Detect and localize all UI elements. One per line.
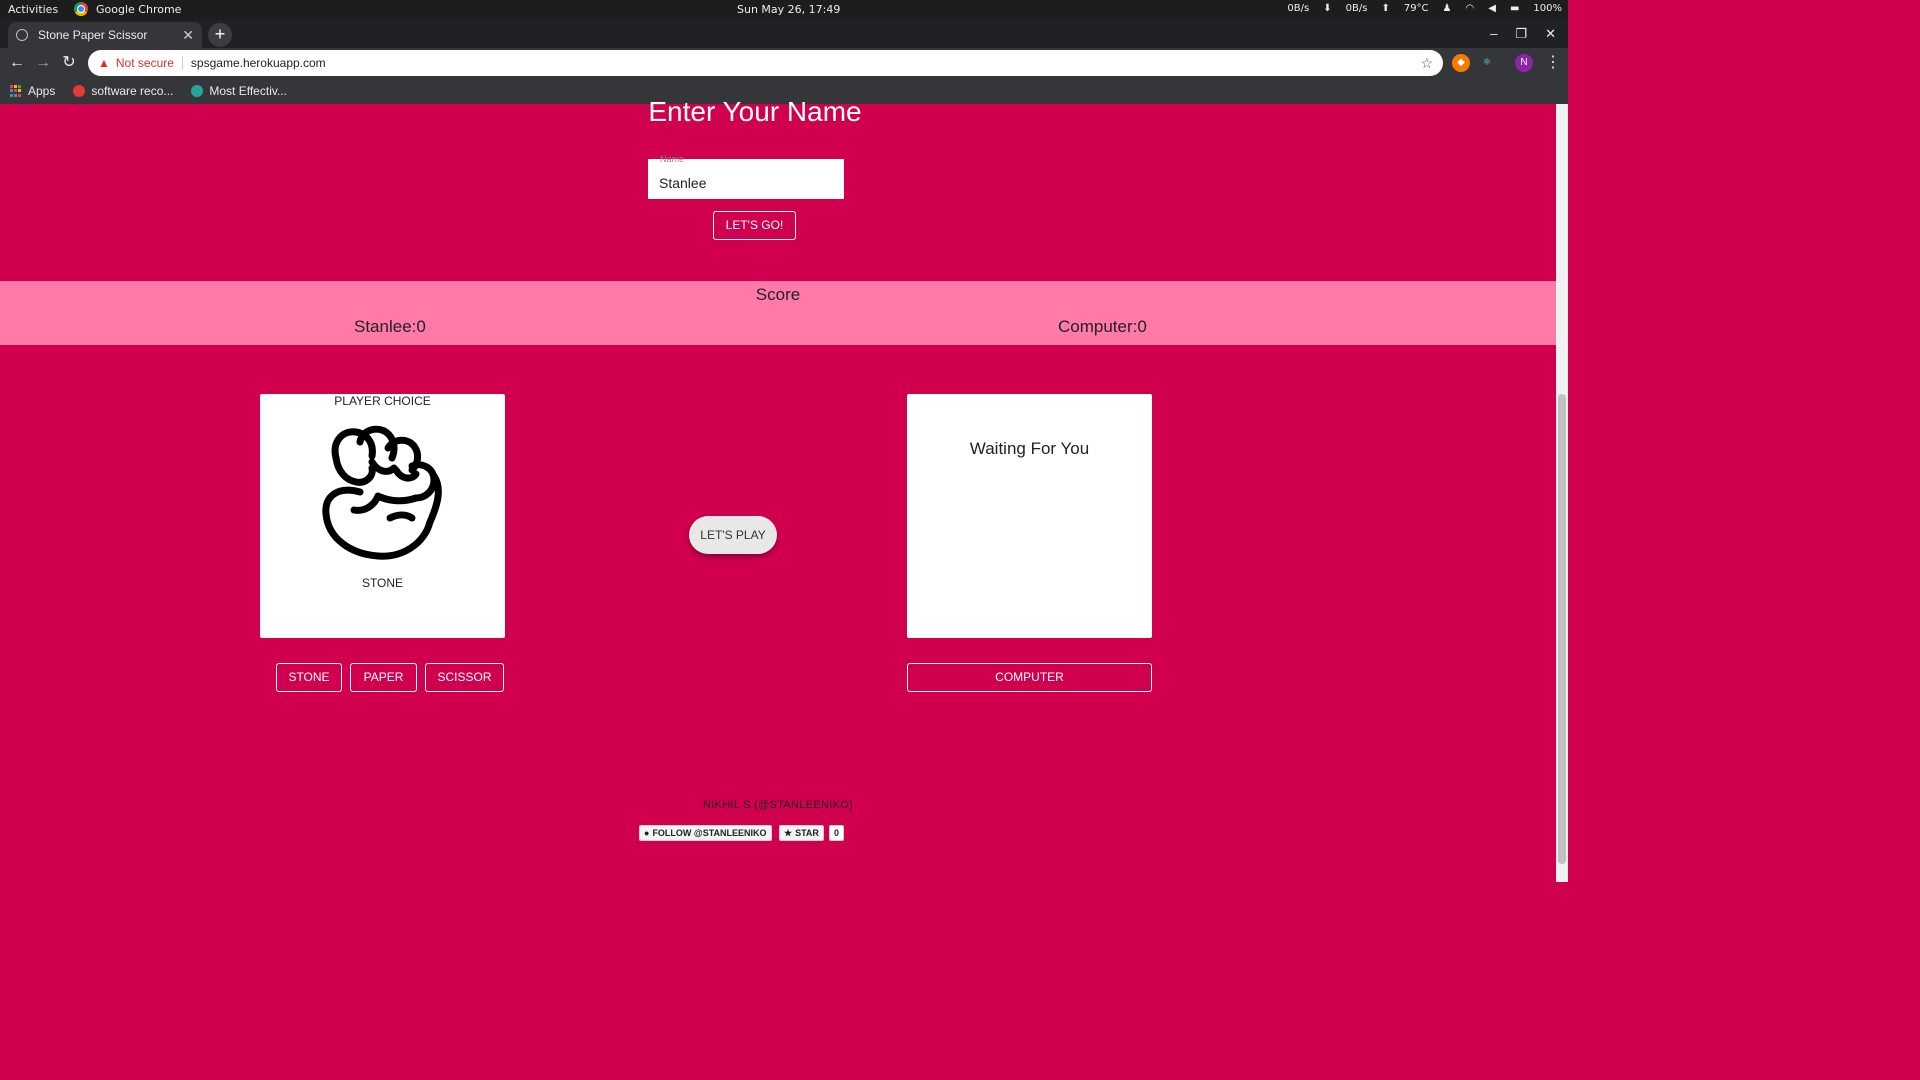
scrollbar-thumb[interactable] xyxy=(1558,394,1566,864)
fist-icon xyxy=(322,425,442,560)
url-text[interactable]: spsgame.herokuapp.com xyxy=(191,56,326,70)
minimize-icon[interactable]: – xyxy=(1490,26,1497,42)
back-icon[interactable]: ← xyxy=(6,52,28,74)
globe-icon xyxy=(16,29,28,41)
tab-title: Stone Paper Scissor xyxy=(38,28,148,42)
name-field[interactable]: Name xyxy=(648,154,844,199)
stone-button[interactable]: STONE xyxy=(276,663,342,692)
name-input[interactable] xyxy=(648,159,844,199)
page-scrollbar[interactable] xyxy=(1556,104,1568,882)
lets-go-button[interactable]: LET'S GO! xyxy=(713,211,796,240)
reload-icon[interactable]: ↻ xyxy=(58,52,80,74)
security-label[interactable]: Not secure xyxy=(116,56,174,70)
net-down-speed: 0B/s xyxy=(1287,3,1310,14)
page-content: Enter Your Name Name LET'S GO! Score Sta… xyxy=(0,96,1556,882)
window-controls: – ❐ ✕ xyxy=(1490,26,1556,42)
lets-play-button[interactable]: LET'S PLAY xyxy=(689,516,777,554)
player-choice-header: PLAYER CHOICE xyxy=(334,394,431,408)
new-tab-button[interactable]: + xyxy=(208,23,232,47)
restore-icon[interactable]: ❐ xyxy=(1515,26,1527,42)
computer-choice-card: Waiting For You xyxy=(907,394,1152,638)
player-choice-card: PLAYER CHOICE STONE xyxy=(260,394,505,638)
scissor-button[interactable]: SCISSOR xyxy=(425,663,504,692)
score-bar: Score Stanlee:0 Computer:0 xyxy=(0,281,1556,345)
app-name: Google Chrome xyxy=(96,2,182,16)
github-follow-button[interactable]: ● FOLLOW @STANLEENIKO xyxy=(639,825,772,841)
activities-button[interactable]: Activities xyxy=(8,3,58,16)
star-icon: ★ xyxy=(784,827,793,838)
net-up-speed: 0B/s xyxy=(1345,3,1368,14)
divider xyxy=(181,56,183,70)
profile-avatar[interactable]: N xyxy=(1515,54,1533,72)
app-menu[interactable]: Google Chrome xyxy=(74,2,181,16)
address-bar[interactable]: ▲ Not secure spsgame.herokuapp.com ☆ xyxy=(88,50,1443,76)
browser-toolbar: ← → ↻ ▲ Not secure spsgame.herokuapp.com… xyxy=(0,48,1568,78)
bookmark-star-icon[interactable]: ☆ xyxy=(1420,55,1433,72)
score-title: Score xyxy=(755,285,801,304)
computer-button[interactable]: COMPUTER xyxy=(907,663,1152,692)
battery-icon: ▬ xyxy=(1509,3,1520,14)
github-star-button[interactable]: ★ STAR xyxy=(779,825,824,841)
temperature: 79°C xyxy=(1403,3,1429,14)
clock[interactable]: Sun May 26, 17:49 xyxy=(737,3,840,16)
battery-level: 100% xyxy=(1533,3,1562,14)
close-window-icon[interactable]: ✕ xyxy=(1545,26,1556,42)
page-title: Enter Your Name xyxy=(648,96,862,127)
paper-button[interactable]: PAPER xyxy=(350,663,417,692)
system-top-bar: Activities Google Chrome Sun May 26, 17:… xyxy=(0,0,1568,20)
upload-arrow-icon: ⬆ xyxy=(1381,3,1390,14)
react-devtools-icon[interactable]: ⚛ xyxy=(1478,54,1496,72)
tab-strip: Stone Paper Scissor ✕ + – ❐ ✕ xyxy=(0,20,1568,48)
download-arrow-icon: ⬇ xyxy=(1323,3,1332,14)
menu-kebab-icon[interactable]: ⋮ xyxy=(1545,52,1561,72)
wifi-icon: ◠ xyxy=(1465,3,1475,14)
footer-credit: NIKHIL S (@STANLEENIKO) xyxy=(702,799,854,811)
chrome-icon xyxy=(74,2,88,16)
star-count[interactable]: 0 xyxy=(829,825,845,841)
computer-status: Waiting For You xyxy=(969,439,1090,458)
close-tab-icon[interactable]: ✕ xyxy=(182,27,194,44)
computer-score: Computer:0 xyxy=(1058,317,1147,336)
notification-icon: ♟ xyxy=(1442,3,1452,14)
github-icon: ● xyxy=(644,828,650,838)
star-label: STAR xyxy=(795,828,819,838)
warning-icon[interactable]: ▲ xyxy=(98,56,110,70)
player-choice-label: STONE xyxy=(361,576,404,590)
system-tray[interactable]: 0B/s ⬇ 0B/s ⬆ 79°C ♟ ◠ ◀ ▬ 100% xyxy=(1287,3,1562,14)
forward-icon[interactable]: → xyxy=(32,52,54,74)
volume-icon: ◀ xyxy=(1488,3,1496,14)
player-score: Stanlee:0 xyxy=(354,317,426,336)
extension-icon[interactable]: ◆ xyxy=(1452,54,1470,72)
follow-label: FOLLOW @STANLEENIKO xyxy=(652,828,767,838)
browser-tab[interactable]: Stone Paper Scissor ✕ xyxy=(8,22,202,48)
